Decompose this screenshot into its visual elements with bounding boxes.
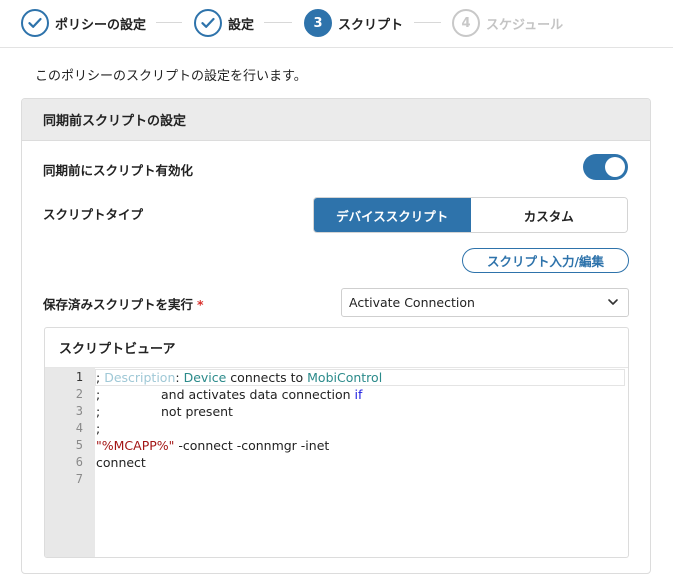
code-line-5: "%MCAPP%" -connect -connmgr -inet bbox=[96, 437, 329, 454]
enable-label: 同期前にスクリプト有効化 bbox=[43, 163, 194, 178]
step-3-label: スクリプト bbox=[338, 17, 404, 33]
custom-option[interactable]: カスタム bbox=[470, 198, 627, 232]
script-type-label: スクリプトタイプ bbox=[43, 207, 144, 222]
code-line-6: connect bbox=[96, 455, 146, 470]
code-token: ; bbox=[96, 404, 101, 419]
code-text-block: and activates data connection if bbox=[161, 386, 362, 403]
code-token: if bbox=[354, 387, 363, 402]
code-token: connects to bbox=[226, 370, 308, 385]
toggle-knob bbox=[605, 157, 625, 177]
step-4-number: 4 bbox=[452, 9, 480, 37]
code-line-4: ; bbox=[96, 421, 101, 436]
line-number: 5 bbox=[75, 438, 83, 452]
code-line-2: ; and activates data connection if bbox=[96, 386, 362, 403]
chevron-down-icon bbox=[608, 299, 618, 305]
line-number: 2 bbox=[75, 387, 83, 401]
script-type-segmented-control: デバイススクリプト カスタム bbox=[313, 197, 628, 233]
code-token: Device bbox=[183, 370, 227, 385]
code-token: -connect -connmgr -inet bbox=[174, 438, 330, 453]
code-token: : bbox=[175, 370, 184, 385]
line-number: 7 bbox=[75, 472, 83, 486]
required-mark: * bbox=[197, 297, 204, 312]
line-number-gutter: 1 2 3 4 5 6 7 bbox=[45, 368, 95, 557]
saved-script-label: 保存済みスクリプトを実行 * bbox=[43, 294, 204, 313]
saved-script-value: Activate Connection bbox=[349, 295, 475, 310]
code-token: and activates data connection bbox=[161, 387, 355, 402]
step-connector bbox=[414, 22, 441, 23]
step-connector bbox=[264, 22, 292, 23]
step-1-label: ポリシーの設定 bbox=[55, 17, 147, 33]
step-3-number: 3 bbox=[304, 9, 332, 37]
panel-title: 同期前スクリプトの設定 bbox=[22, 99, 650, 141]
script-viewer: スクリプトビューア 1 2 3 4 5 6 7 ; Description: D… bbox=[44, 327, 629, 558]
code-token: not present bbox=[161, 404, 233, 419]
line-number: 4 bbox=[75, 421, 83, 435]
step-connector bbox=[156, 22, 182, 23]
saved-script-label-text: 保存済みスクリプトを実行 bbox=[43, 297, 194, 312]
script-viewer-title: スクリプトビューア bbox=[45, 328, 628, 368]
script-edit-button[interactable]: スクリプト入力/編集 bbox=[462, 248, 629, 273]
step-2-check-circle bbox=[194, 9, 222, 37]
code-line-3: ; not present bbox=[96, 403, 233, 420]
saved-script-select[interactable]: Activate Connection bbox=[341, 288, 629, 317]
enable-toggle[interactable] bbox=[583, 154, 628, 180]
code-line-1: ; Description: Device connects to MobiCo… bbox=[96, 369, 382, 386]
check-icon bbox=[28, 17, 42, 28]
step-2[interactable]: 設定 bbox=[194, 9, 254, 37]
step-3[interactable]: 3 スクリプト bbox=[304, 9, 403, 37]
code-token: Description bbox=[104, 370, 176, 385]
step-1[interactable]: ポリシーの設定 bbox=[21, 9, 146, 37]
step-4[interactable]: 4 スケジュール bbox=[452, 9, 563, 37]
code-token: MobiControl bbox=[307, 370, 383, 385]
intro-text: このポリシーのスクリプトの設定を行います。 bbox=[35, 69, 307, 84]
code-token: ; bbox=[96, 370, 105, 385]
pre-sync-script-panel: 同期前スクリプトの設定 同期前にスクリプト有効化 スクリプトタイプ デバイススク… bbox=[21, 98, 651, 574]
code-token: ; bbox=[96, 387, 101, 402]
wizard-steps: ポリシーの設定 設定 3 スクリプト 4 スケジュール bbox=[0, 0, 673, 48]
step-2-label: 設定 bbox=[228, 17, 255, 33]
line-number: 6 bbox=[75, 455, 83, 469]
code-token: "%MCAPP%" bbox=[96, 438, 175, 453]
code-editor[interactable]: 1 2 3 4 5 6 7 ; Description: Device conn… bbox=[45, 368, 628, 557]
step-1-check-circle bbox=[21, 9, 49, 37]
step-4-label: スケジュール bbox=[486, 17, 564, 33]
line-number: 3 bbox=[75, 404, 83, 418]
check-icon bbox=[201, 17, 215, 28]
device-script-option[interactable]: デバイススクリプト bbox=[314, 198, 471, 232]
line-number: 1 bbox=[75, 370, 83, 384]
